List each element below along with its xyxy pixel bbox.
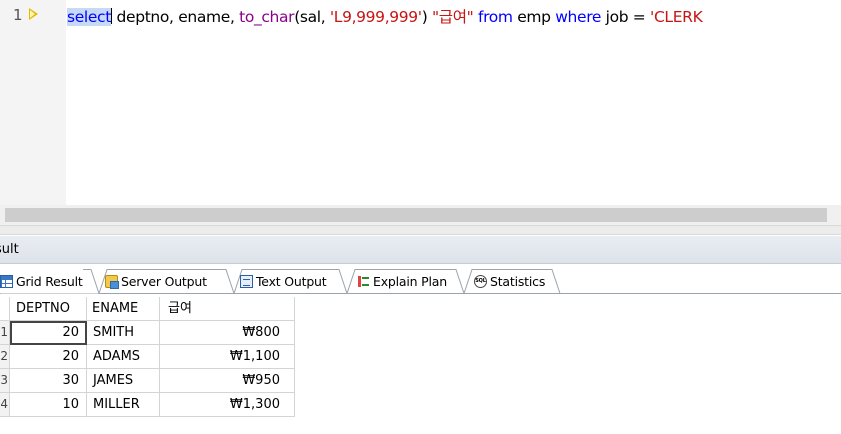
row-number[interactable]: 4 [0, 393, 10, 417]
sql-token: "급여" [432, 8, 474, 26]
sql-token: select [67, 8, 111, 26]
tab-statistics[interactable]: SQL Statistics [474, 269, 545, 293]
statistics-icon: SQL [474, 274, 487, 288]
current-line-arrow-icon [29, 8, 38, 20]
tab-server-output[interactable]: Server Output [105, 269, 207, 293]
line-number-gutter: 1 [0, 0, 66, 205]
sql-token: deptno, ename, [111, 8, 240, 26]
row-number[interactable]: 2 [0, 345, 10, 369]
tab-label: Statistics [490, 273, 546, 289]
cell-salary[interactable]: ₩1,300 [160, 393, 295, 417]
cell-salary[interactable]: ₩1,100 [160, 345, 295, 369]
cell-ename[interactable]: SMITH [87, 321, 160, 345]
cell-deptno[interactable]: 30 [10, 369, 87, 393]
grid-icon [0, 274, 13, 288]
tab-label: Server Output [121, 273, 207, 289]
row-number[interactable]: 1 [0, 321, 10, 345]
tab-grid-result[interactable]: Grid Result [0, 269, 83, 293]
result-tabs: Grid Result Server Output Text Output Ex… [0, 264, 841, 294]
sql-token: where [555, 8, 602, 26]
sql-token: from [477, 8, 513, 26]
row-number[interactable]: 3 [0, 369, 10, 393]
explain-plan-icon [357, 275, 370, 288]
cell-ename[interactable]: ADAMS [87, 345, 160, 369]
tab-label: Text Output [256, 273, 327, 289]
result-panel-title: sult [0, 242, 19, 257]
scrollbar-thumb[interactable] [5, 208, 827, 222]
sql-token: job = [601, 8, 651, 26]
cell-ename[interactable]: MILLER [87, 393, 160, 417]
horizontal-scrollbar[interactable] [0, 205, 841, 225]
cell-salary[interactable]: ₩950 [160, 369, 295, 393]
tab-text-output[interactable]: Text Output [240, 269, 327, 293]
tab-label: Grid Result [16, 273, 83, 289]
line-number: 1 [13, 6, 23, 24]
sql-token: to_char [239, 8, 295, 26]
cell-salary[interactable]: ₩800 [160, 321, 295, 345]
sql-token: 'CLERK [650, 8, 703, 26]
sql-token: (sal, [294, 8, 330, 26]
sql-token: emp [512, 8, 556, 26]
sql-token: 'L9,999,999' [329, 8, 422, 26]
grid-corner[interactable] [0, 297, 10, 321]
server-output-icon [105, 274, 119, 289]
column-header-deptno[interactable]: DEPTNO [10, 297, 87, 321]
sql-token: ) [421, 8, 432, 26]
text-output-icon [240, 274, 253, 288]
tab-explain-plan[interactable]: Explain Plan [357, 269, 447, 293]
sql-editor[interactable]: 1 select deptno, ename, to_char(sal, 'L9… [0, 0, 841, 205]
column-header-salary[interactable]: 급여 [160, 297, 295, 321]
tab-label: Explain Plan [373, 273, 447, 289]
cell-deptno[interactable]: 20 [10, 321, 87, 345]
column-header-ename[interactable]: ENAME [87, 297, 160, 321]
cell-ename[interactable]: JAMES [87, 369, 160, 393]
result-panel-header: sult [0, 236, 841, 264]
editor-result-splitter[interactable] [0, 225, 841, 235]
sql-code-line[interactable]: select deptno, ename, to_char(sal, 'L9,9… [67, 5, 703, 27]
cell-deptno[interactable]: 20 [10, 345, 87, 369]
cell-deptno[interactable]: 10 [10, 393, 87, 417]
